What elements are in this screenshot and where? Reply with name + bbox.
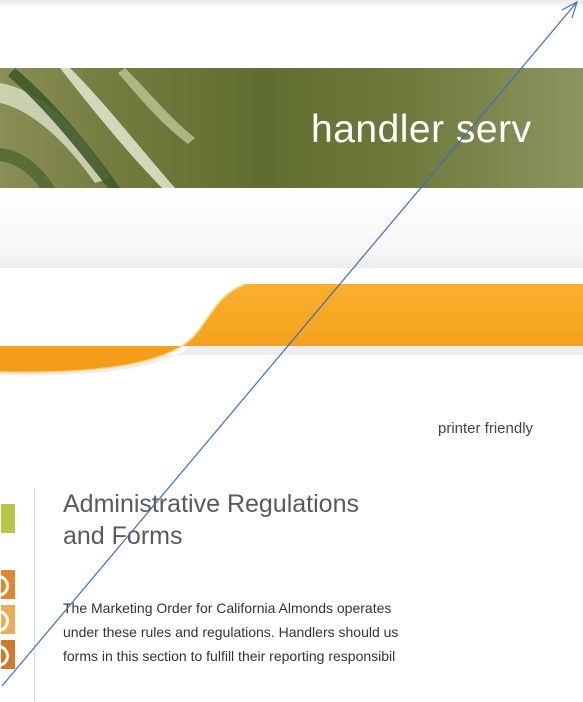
banner-title: handler serv bbox=[311, 108, 532, 151]
circle-icon bbox=[0, 610, 9, 632]
printer-friendly-link[interactable]: printer friendly bbox=[438, 420, 533, 437]
intro-line-3: forms in this section to fulfill their r… bbox=[63, 648, 396, 664]
page: handler serv printer friendly Administra… bbox=[0, 0, 583, 702]
page-title-line-2: and Forms bbox=[63, 522, 183, 550]
leaves-image bbox=[0, 68, 195, 188]
circle-icon bbox=[0, 645, 9, 667]
sidebar-tab-orange-2[interactable] bbox=[0, 604, 16, 635]
intro-line-2: under these rules and regulations. Handl… bbox=[63, 624, 399, 640]
sidebar-tab-green[interactable] bbox=[0, 503, 16, 534]
orange-nav-bar bbox=[0, 283, 583, 376]
browser-top-strip bbox=[0, 0, 583, 8]
sidebar-tab-orange-1[interactable] bbox=[0, 569, 16, 600]
header-panel bbox=[0, 188, 583, 268]
sidebar-tab-orange-3[interactable] bbox=[0, 639, 16, 670]
page-title: Administrative Regulations and Forms bbox=[63, 488, 513, 552]
page-title-line-1: Administrative Regulations bbox=[63, 490, 359, 518]
header-banner: handler serv bbox=[0, 68, 583, 188]
circle-icon bbox=[0, 575, 9, 597]
intro-line-1: The Marketing Order for California Almon… bbox=[63, 600, 392, 616]
sidebar-divider bbox=[34, 488, 35, 702]
intro-paragraph: The Marketing Order for California Almon… bbox=[63, 596, 583, 668]
